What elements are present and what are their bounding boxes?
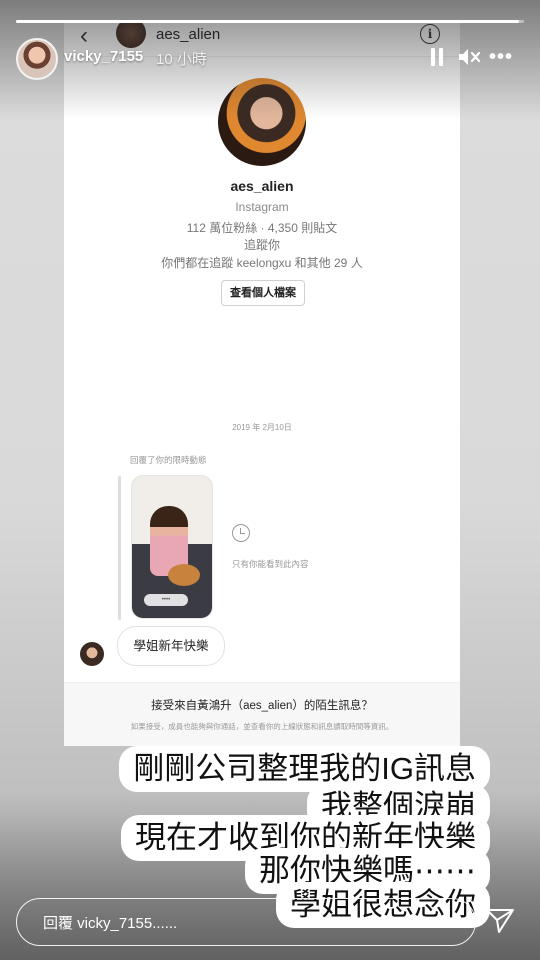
reply-placeholder: 回覆 vicky_7155...... xyxy=(43,915,178,932)
message-request-subtext: 如果接受，成員也能夠與你通話，並查看你的上線狀態和訊息讀取時間等資訊。 xyxy=(130,722,394,731)
message-bubble: 學姐新年快樂 xyxy=(117,626,225,666)
pause-icon[interactable] xyxy=(430,48,444,66)
profile-stats: 112 萬位粉絲 · 4,350 則貼文 xyxy=(186,221,338,235)
history-icon xyxy=(232,524,250,542)
mutual-followers: 你們都在追蹤 keelongxu 和其他 29 人 xyxy=(161,256,363,270)
story-thumbnail: •••• xyxy=(131,475,213,619)
story-viewer: ‹ aes_alien i aes_alien Instagram 112 萬位… xyxy=(0,0,540,960)
reply-input[interactable]: 回覆 vicky_7155...... xyxy=(16,898,476,946)
view-profile-button: 查看個人檔案 xyxy=(221,280,305,306)
replied-to-story-label: 回覆了你的限時動態 xyxy=(130,455,207,465)
follows-you-label: 追蹤你 xyxy=(243,238,280,252)
message-request-panel: 接受來自黃鴻升（aes_alien）的陌生訊息？ 如果接受，成員也能夠與你通話，… xyxy=(64,682,460,746)
profile-name: aes_alien xyxy=(230,178,294,194)
story-timestamp: 10 小時 xyxy=(156,51,207,68)
thumbnail-dog xyxy=(168,564,200,586)
dm-screenshot: ‹ aes_alien i aes_alien Instagram 112 萬位… xyxy=(64,20,460,746)
mute-icon[interactable] xyxy=(457,47,481,67)
message-date: 2019 年 2月10日 xyxy=(232,423,292,432)
thumbnail-sticker: •••• xyxy=(144,594,188,606)
sender-avatar xyxy=(80,642,104,666)
story-author-username[interactable]: vicky_7155 xyxy=(64,48,143,65)
story-progress-bar xyxy=(16,20,524,23)
send-icon[interactable] xyxy=(484,904,516,936)
story-author-avatar[interactable] xyxy=(16,38,58,80)
message-request-title: 接受來自黃鴻升（aes_alien）的陌生訊息？ xyxy=(151,700,373,712)
profile-platform: Instagram xyxy=(235,200,289,214)
only-you-can-see-label: 只有你能看到此內容 xyxy=(232,559,309,569)
story-progress-fill xyxy=(16,20,519,23)
more-options-icon[interactable]: ••• xyxy=(488,46,514,68)
quote-bar xyxy=(118,476,121,620)
